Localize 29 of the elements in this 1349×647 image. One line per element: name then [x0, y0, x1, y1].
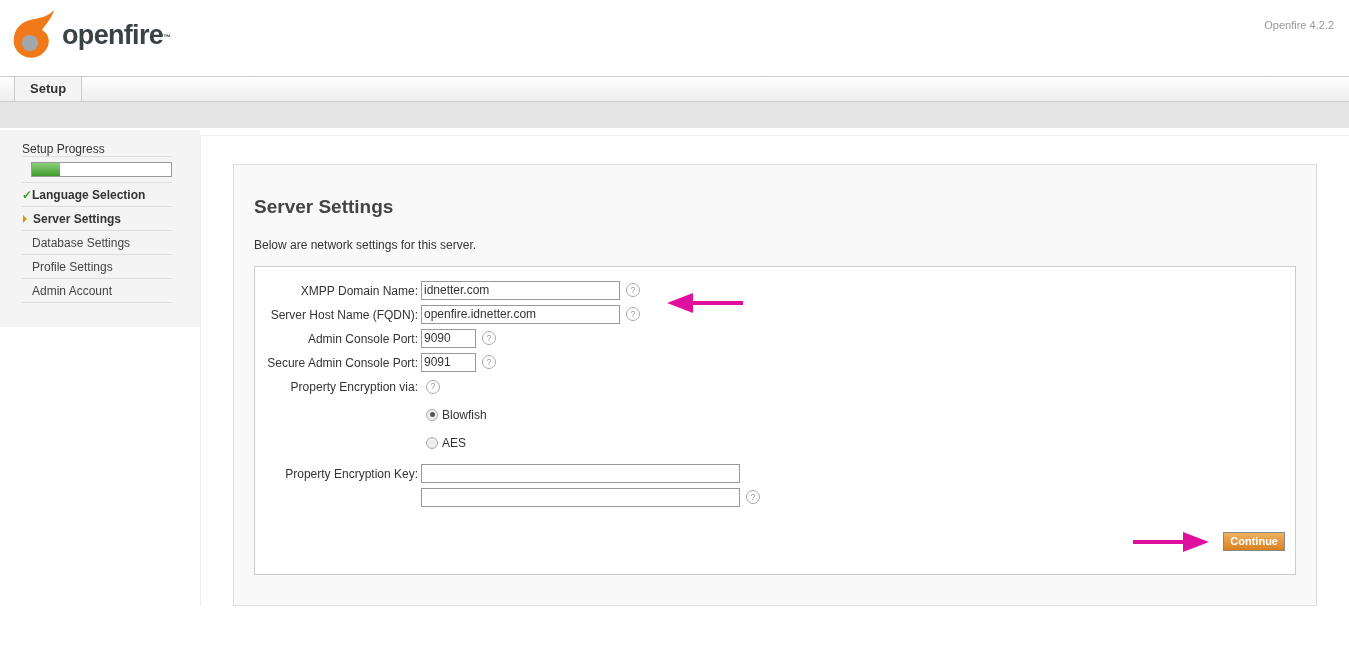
description-text: Below are network settings for this server. — [254, 236, 478, 254]
sidebar-title: Setup Progress — [22, 140, 172, 157]
sidebar-item[interactable]: Database Settings — [32, 233, 131, 252]
input-field[interactable]: idnetter.com — [421, 280, 620, 300]
radio-button[interactable] — [426, 436, 438, 449]
caret-icon — [23, 214, 27, 223]
sidebar-item[interactable]: Profile Settings — [32, 257, 113, 276]
check-icon: ✓ — [22, 185, 32, 204]
page-title: Server Settings — [254, 195, 395, 219]
sidebar-item[interactable]: Server Settings — [33, 209, 122, 228]
tab[interactable]: Setup — [14, 77, 83, 101]
input-field[interactable]: 9091 — [421, 352, 476, 372]
input-field[interactable] — [421, 463, 740, 483]
field-label: Server Host Name (FQDN): — [270, 307, 418, 322]
sidebar-item[interactable]: Admin Account — [32, 281, 113, 300]
input-field[interactable]: 9090 — [421, 328, 476, 348]
field-label: Admin Console Port: — [307, 331, 418, 346]
sidebar-item[interactable]: Language Selection — [32, 185, 146, 204]
input-field[interactable] — [421, 487, 740, 507]
version-label: Openfire 4.2.2 — [1264, 18, 1335, 33]
logo-text: openfire$^{™}$ — [62, 18, 171, 52]
radio-button[interactable] — [426, 408, 438, 421]
field-label: XMPP Domain Name: — [300, 283, 418, 298]
field-label: Property Encryption Key: — [285, 466, 418, 481]
radio-label: AES — [442, 434, 466, 452]
input-field[interactable]: openfire.idnetter.com — [421, 304, 620, 324]
radio-label: Blowfish — [442, 406, 487, 424]
field-label: Property Encryption via: — [290, 379, 418, 394]
field-label: Secure Admin Console Port: — [267, 355, 418, 370]
